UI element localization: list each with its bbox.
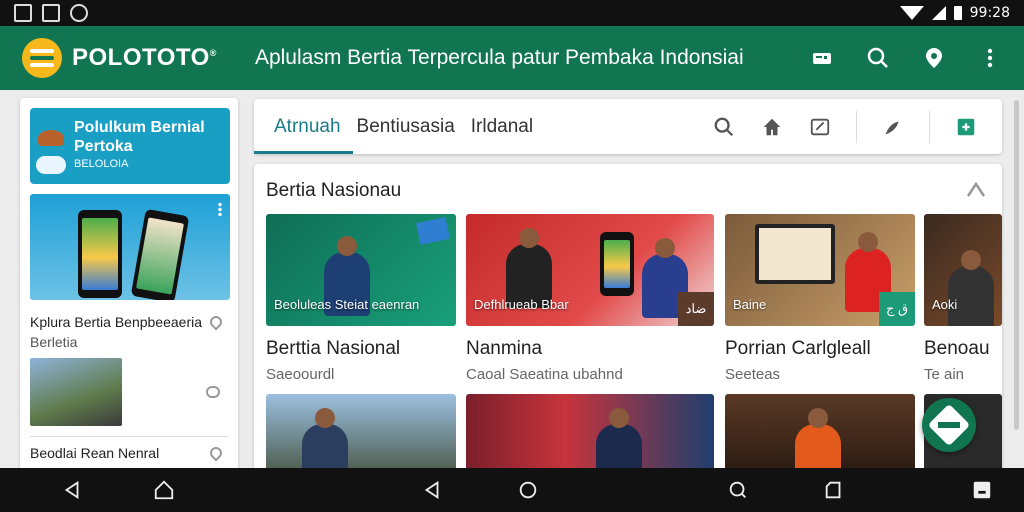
news-card-caption: Beoluleas Steiat eaenran [274, 297, 420, 312]
back-icon[interactable] [420, 478, 444, 502]
badge-icon [36, 156, 66, 174]
news-card[interactable]: Aoki Benoau Te ain [924, 214, 1002, 383]
news-card-image: Baine ق ج [725, 214, 915, 326]
sidebar-news-item[interactable]: Beodlai Rean Nenral [30, 443, 228, 463]
phone-illustration [78, 210, 122, 298]
phone-illustration [130, 208, 190, 300]
news-card-caption: Defhlrueab Bbar [474, 297, 569, 312]
phone-illustration [600, 232, 634, 296]
news-section: Bertia Nasionau Beoluleas Steiat eaenran… [254, 164, 1002, 474]
recents-icon[interactable] [822, 478, 846, 502]
news-card-image[interactable] [725, 394, 915, 474]
comment-icon[interactable] [206, 386, 220, 398]
news-card-image[interactable] [466, 394, 714, 474]
news-card-title: Benoau [924, 338, 990, 359]
signal-icon [931, 6, 946, 20]
edit-icon[interactable] [808, 115, 832, 139]
home-icon[interactable] [760, 115, 784, 139]
floating-action-button[interactable] [922, 398, 976, 452]
image-notification-icon [42, 4, 60, 22]
news-card-caption: Baine [733, 297, 767, 312]
search-icon[interactable] [866, 46, 890, 70]
divider [30, 436, 228, 437]
sidebar-news-subtitle: Berletia [30, 334, 78, 350]
news-card-image: Beoluleas Steiat eaenran [266, 214, 456, 326]
location-icon[interactable] [922, 46, 946, 70]
news-card-title: Berttia Nasional [266, 338, 401, 359]
laptop-illustration [755, 224, 835, 284]
app-screen: 99:28 POLOTOTO® Aplulasm Bertia Terpercu… [0, 0, 1024, 512]
news-card[interactable]: Baine ق ج Porrian Carlgleall Seeteas [725, 214, 915, 383]
news-card-subtitle: Te ain [924, 366, 965, 383]
promo-banner[interactable]: Polulkum Bernial Pertoka BELOLOIA [30, 108, 230, 184]
battery-icon [953, 6, 962, 20]
news-card-subtitle: Saeoourdl [266, 366, 335, 383]
sidebar-news-title: Kplura Bertia Benpbeeaeria [30, 314, 203, 330]
sidebar-news-item[interactable]: Kplura Bertia Benpbeeaeria Berletia [30, 312, 228, 426]
tab-bar: Atrnuah Bentiusasia Irldanal [254, 99, 1002, 154]
news-card-image[interactable] [266, 394, 456, 474]
divider [929, 110, 930, 143]
more-vert-icon[interactable] [978, 46, 1002, 70]
section-title: Bertia Nasionau [266, 180, 402, 201]
bookmark-icon[interactable] [881, 115, 905, 139]
news-card-badge: ق ج [879, 292, 915, 326]
navigation-icon [927, 403, 971, 447]
share-icon[interactable] [954, 115, 978, 139]
back-icon[interactable] [60, 478, 84, 502]
promo-subtitle: BELOLOIA [74, 158, 129, 170]
assistant-icon[interactable] [726, 478, 750, 502]
app-bar: POLOTOTO® Aplulasm Bertia Terpercula pat… [0, 26, 1024, 90]
wifi-icon [899, 6, 924, 20]
tab-nasional[interactable]: Irldanal [471, 99, 533, 154]
news-card-image: Aoki [924, 214, 1002, 326]
system-nav-bar [0, 468, 1024, 512]
divider [856, 110, 857, 143]
home-icon[interactable] [152, 478, 176, 502]
scrollbar[interactable] [1014, 100, 1019, 430]
status-bar: 99:28 [0, 0, 1024, 26]
tab-asia[interactable]: Bentiusasia [357, 99, 455, 154]
keyboard-icon[interactable] [970, 478, 994, 502]
news-card-subtitle: Seeteas [725, 366, 781, 383]
news-card-image: Defhlrueab Bbar ضاد [466, 214, 714, 326]
news-card-title: Porrian Carlgleall [725, 338, 871, 359]
news-card-title: Nanmina [466, 338, 543, 359]
feature-image-card[interactable] [30, 194, 230, 300]
news-card-subtitle: Caoal Saeatina ubahnd [466, 366, 623, 383]
news-card-badge: ضاد [678, 292, 714, 326]
promo-title: Polulkum Bernial Pertoka [74, 119, 205, 155]
news-card[interactable]: Beoluleas Steiat eaenran Berttia Nasiona… [266, 214, 456, 383]
sidebar-news-thumbnail [30, 358, 122, 426]
hat-icon [38, 130, 64, 146]
home-circle-icon[interactable] [516, 478, 540, 502]
gallery-notification-icon [14, 4, 32, 22]
sidebar: Polulkum Bernial Pertoka BELOLOIA Kplura… [20, 98, 238, 470]
brand-name: POLOTOTO® [72, 44, 217, 71]
news-card-caption: Aoki [932, 297, 958, 312]
news-card[interactable]: Defhlrueab Bbar ضاد Nanmina Caoal Saeati… [466, 214, 714, 383]
sync-notification-icon [70, 4, 88, 22]
status-time: 99:28 [969, 5, 1010, 21]
app-logo-icon[interactable] [22, 38, 62, 78]
expand-icon[interactable] [966, 180, 986, 198]
app-tagline: Aplulasm Bertia Terpercula patur Pembaka… [254, 46, 744, 69]
message-icon[interactable] [810, 46, 834, 70]
tab-terbaru[interactable]: Atrnuah [254, 99, 353, 154]
sidebar-news-title: Beodlai Rean Nenral [30, 445, 160, 461]
search-icon[interactable] [712, 115, 736, 139]
tag-icon [416, 217, 450, 245]
more-options-icon[interactable] [218, 202, 222, 216]
